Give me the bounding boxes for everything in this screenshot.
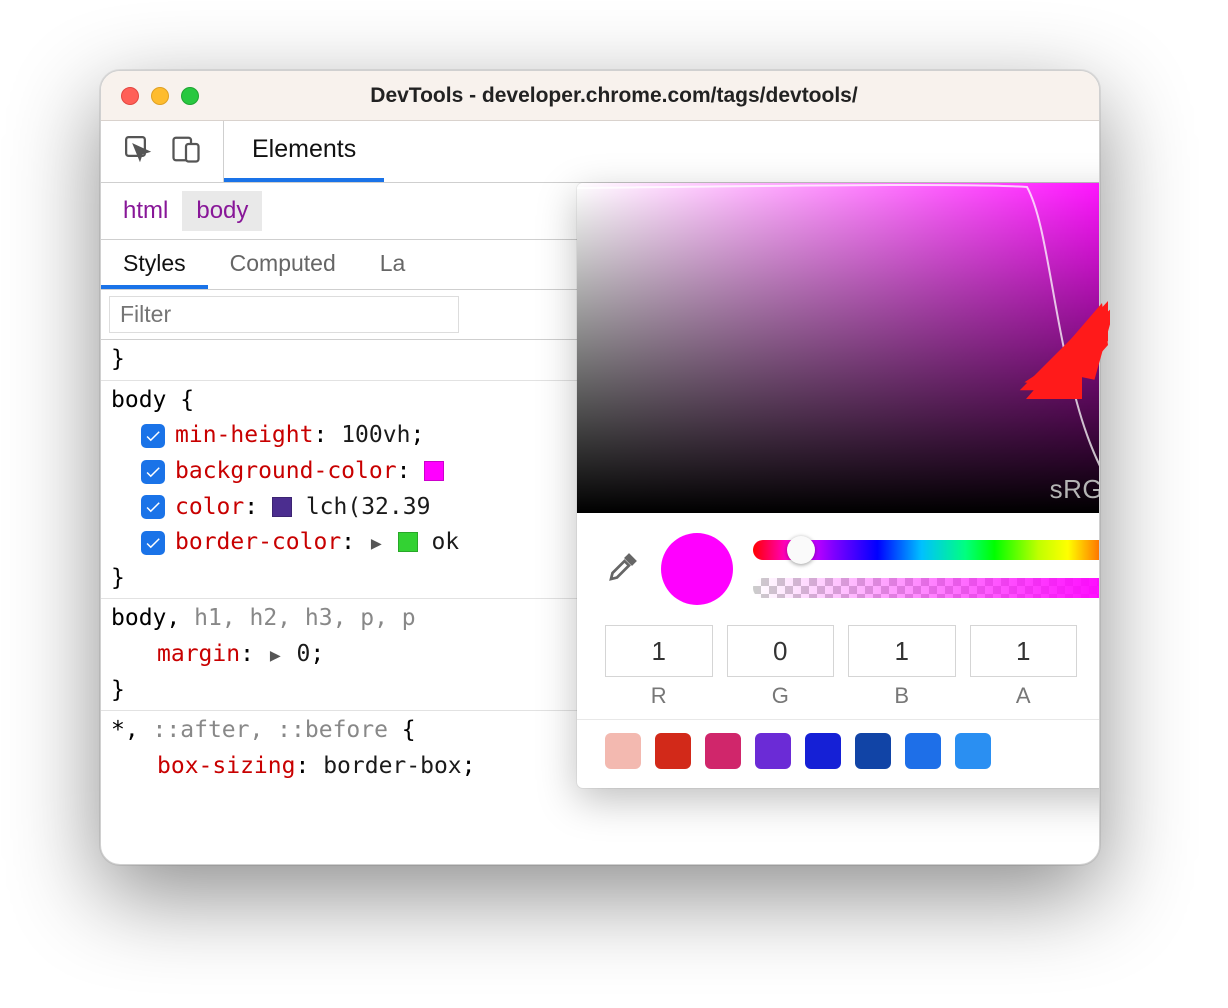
inspect-element-icon[interactable] — [123, 134, 153, 169]
stray-close-brace: } — [111, 346, 125, 372]
toggle-checkbox[interactable] — [141, 424, 165, 448]
color-palette-row: ▲ ▼ — [577, 719, 1100, 788]
color-swatch-icon[interactable] — [424, 461, 444, 481]
a-input[interactable] — [970, 625, 1078, 677]
palette-swatch[interactable] — [955, 733, 991, 769]
subtab-computed[interactable]: Computed — [208, 240, 358, 289]
devtools-toolbar: Elements — [101, 121, 1099, 183]
g-label: G — [727, 683, 835, 709]
color-picker-panel: sRGB R — [577, 183, 1100, 788]
color-preview-swatch — [661, 533, 733, 605]
color-swatch-icon[interactable] — [398, 532, 418, 552]
toggle-checkbox[interactable] — [141, 460, 165, 484]
palette-swatch[interactable] — [755, 733, 791, 769]
stepper-up-icon[interactable]: ▲ — [1097, 732, 1100, 750]
tab-elements[interactable]: Elements — [224, 121, 384, 182]
palette-swatch[interactable] — [605, 733, 641, 769]
stepper-down-icon[interactable]: ▼ — [1097, 752, 1100, 770]
toggle-checkbox[interactable] — [141, 531, 165, 555]
palette-swatch[interactable] — [855, 733, 891, 769]
palette-swatch[interactable] — [805, 733, 841, 769]
r-input[interactable] — [605, 625, 713, 677]
hue-slider[interactable] — [753, 540, 1100, 560]
expand-triangle-icon[interactable]: ▶ — [268, 645, 283, 666]
titlebar: DevTools - developer.chrome.com/tags/dev… — [101, 71, 1099, 121]
palette-swatch[interactable] — [905, 733, 941, 769]
stepper-up-icon[interactable]: ▲ — [1097, 631, 1100, 649]
b-input[interactable] — [848, 625, 956, 677]
g-input[interactable] — [727, 625, 835, 677]
rgba-inputs: R G B A ▲ ▼ — [577, 617, 1100, 719]
device-toolbar-icon[interactable] — [171, 134, 201, 169]
eyedropper-icon[interactable] — [605, 549, 641, 590]
gamut-boundary-line — [577, 183, 1100, 513]
format-switch-stepper[interactable]: ▲ ▼ — [1091, 625, 1100, 669]
window-title: DevTools - developer.chrome.com/tags/dev… — [149, 84, 1079, 108]
a-label: A — [970, 683, 1078, 709]
hue-slider-thumb[interactable] — [787, 536, 815, 564]
b-label: B — [848, 683, 956, 709]
expand-triangle-icon[interactable]: ▶ — [369, 533, 384, 554]
subtab-layout[interactable]: La — [358, 240, 428, 289]
r-label: R — [605, 683, 713, 709]
gamut-label: sRGB — [1050, 474, 1100, 505]
stepper-down-icon[interactable]: ▼ — [1097, 651, 1100, 669]
crumb-body[interactable]: body — [182, 191, 262, 231]
palette-set-stepper[interactable]: ▲ ▼ — [1091, 732, 1100, 770]
color-swatch-icon[interactable] — [272, 497, 292, 517]
crumb-html[interactable]: html — [109, 191, 182, 231]
alpha-slider[interactable] — [753, 578, 1100, 598]
close-window-button[interactable] — [121, 87, 139, 105]
devtools-window: DevTools - developer.chrome.com/tags/dev… — [100, 70, 1100, 865]
styles-filter-input[interactable] — [109, 296, 459, 333]
palette-swatch[interactable] — [705, 733, 741, 769]
toggle-checkbox[interactable] — [141, 495, 165, 519]
palette-swatch[interactable] — [655, 733, 691, 769]
saturation-value-field[interactable]: sRGB — [577, 183, 1100, 513]
subtab-styles[interactable]: Styles — [101, 240, 208, 289]
